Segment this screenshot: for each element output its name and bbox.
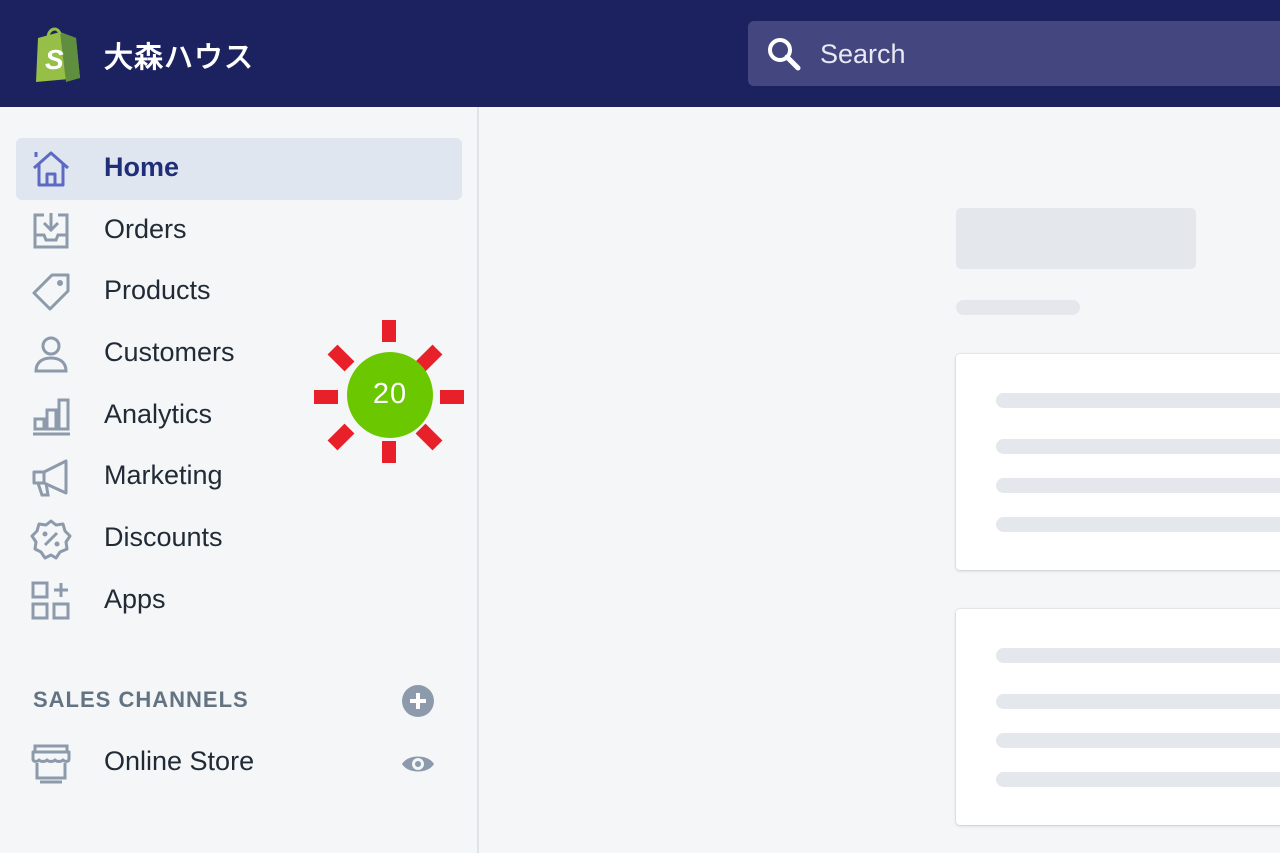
tag-icon	[32, 273, 70, 311]
sidebar-item-label: Discounts	[104, 522, 223, 552]
skeleton-line	[996, 772, 1280, 787]
sidebar-item-label: Apps	[104, 584, 166, 614]
sidebar-item-products[interactable]: Products	[16, 261, 462, 323]
skeleton-line	[996, 439, 1280, 454]
top-bar: S 大森ハウス Search	[0, 0, 1280, 107]
skeleton-line	[996, 393, 1280, 408]
skeleton-subtitle	[956, 300, 1080, 315]
sidebar-item-label: Home	[104, 152, 180, 182]
shopify-logo-icon[interactable]: S	[30, 24, 82, 82]
sidebar-item-label: Marketing	[104, 460, 223, 490]
store-name[interactable]: 大森ハウス	[104, 34, 254, 76]
sidebar-item-label: Products	[104, 275, 211, 305]
search-input[interactable]: Search	[820, 39, 906, 70]
discount-badge-icon	[30, 519, 72, 560]
search-icon	[768, 38, 801, 71]
sidebar-item-orders[interactable]: Orders	[16, 200, 462, 262]
apps-grid-icon	[31, 581, 70, 620]
person-icon	[34, 336, 68, 373]
search-bar[interactable]: Search	[748, 21, 1280, 86]
eye-icon[interactable]	[400, 747, 436, 781]
sidebar-item-discounts[interactable]: Discounts	[16, 508, 462, 570]
sidebar-item-home[interactable]: Home	[16, 138, 462, 200]
sidebar-item-label: Analytics	[104, 399, 213, 429]
main-content-loading	[481, 107, 1280, 853]
skeleton-line	[996, 733, 1280, 748]
home-icon	[33, 151, 69, 187]
svg-text:S: S	[45, 44, 64, 75]
skeleton-line	[996, 648, 1280, 663]
sidebar: Home Orders Products Customers Analytics…	[0, 107, 479, 853]
skeleton-line	[996, 517, 1280, 532]
inbox-download-icon	[33, 213, 69, 249]
sidebar-item-label: Customers	[104, 337, 235, 367]
sidebar-item-label: Orders	[104, 214, 187, 244]
sales-channels-title: SALES CHANNELS	[33, 687, 249, 712]
skeleton-line	[996, 478, 1280, 493]
megaphone-icon	[32, 459, 68, 497]
skeleton-line	[996, 694, 1280, 709]
plus-circle-icon[interactable]	[401, 684, 435, 718]
skeleton-card	[956, 354, 1280, 570]
sidebar-item-label: Online Store	[104, 746, 255, 776]
sidebar-item-apps[interactable]: Apps	[16, 570, 462, 632]
orders-count-badge: 20	[312, 318, 468, 468]
orders-count: 20	[372, 378, 408, 410]
bar-chart-icon	[33, 398, 70, 436]
skeleton-card	[956, 609, 1280, 825]
skeleton-title	[956, 208, 1196, 269]
sidebar-item-online-store[interactable]: Online Store	[16, 732, 462, 794]
storefront-icon	[31, 744, 71, 784]
